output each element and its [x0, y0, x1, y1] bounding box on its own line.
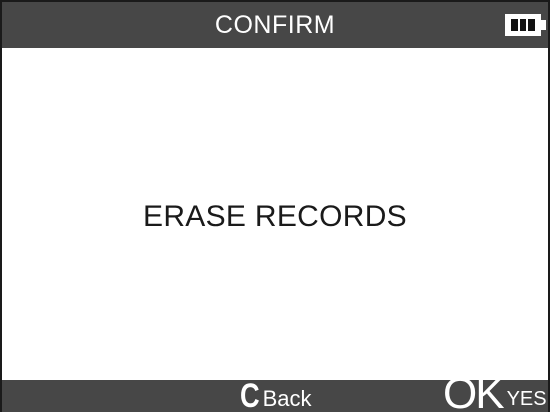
c-key-icon: C	[240, 377, 260, 415]
battery-cell	[519, 19, 527, 31]
back-button[interactable]: C Back	[240, 377, 312, 415]
dialog-body: ERASE RECORDS	[2, 48, 548, 380]
yes-button[interactable]: OK YES	[443, 372, 547, 416]
battery-cell	[528, 19, 536, 31]
device-screen: CONFIRM ERASE RECORDS C Back OK YES	[0, 0, 550, 416]
title-bar: CONFIRM	[2, 2, 548, 48]
screen-title: CONFIRM	[214, 11, 336, 39]
battery-cell	[511, 19, 518, 31]
back-label: Back	[262, 386, 312, 411]
battery-tip	[541, 20, 546, 30]
soft-key-bar: C Back OK YES	[2, 372, 548, 416]
confirm-message: ERASE RECORDS	[143, 200, 407, 233]
ok-key-icon: OK	[443, 369, 505, 418]
battery-full-icon	[505, 14, 541, 36]
yes-label: YES	[506, 388, 547, 410]
